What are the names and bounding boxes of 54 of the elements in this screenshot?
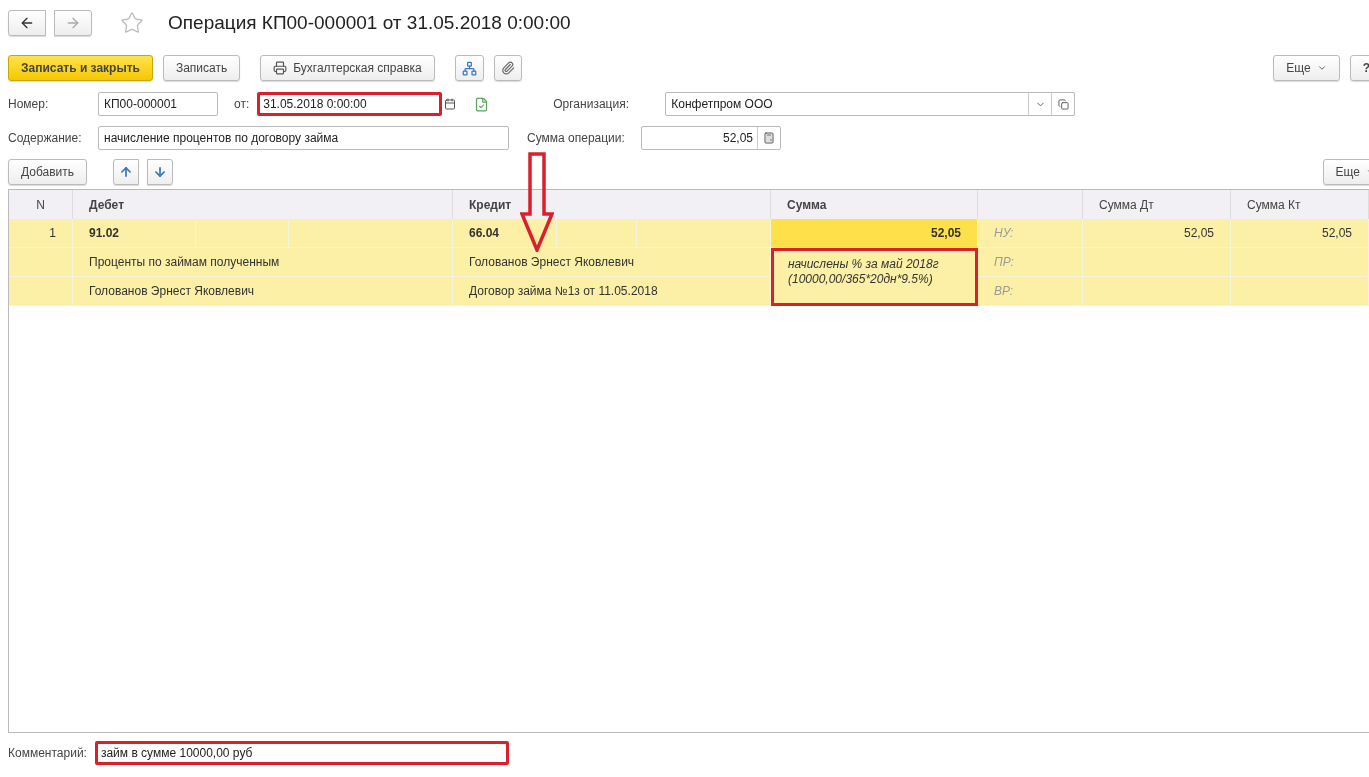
table-cell (9, 277, 73, 306)
add-button[interactable]: Добавить (8, 159, 88, 185)
content-label: Содержание: (8, 131, 83, 145)
paperclip-icon (500, 61, 515, 75)
column-header[interactable]: Сумма Дт (1083, 190, 1231, 221)
save-and-close-button[interactable]: Записать и закрыть (8, 55, 153, 81)
comment-label: Комментарий: (8, 746, 87, 760)
row-number-cell: 1 (9, 219, 73, 248)
comment-field[interactable]: займ в сумме 10000,00 руб (94, 741, 509, 765)
caret-icon (1316, 63, 1327, 73)
forward-arrow-icon (65, 15, 81, 31)
column-header[interactable]: Кредит (453, 190, 771, 221)
column-header[interactable]: Сумма (771, 190, 978, 221)
amount-label: Сумма операции: (527, 131, 626, 145)
structure-button[interactable] (454, 55, 484, 81)
tax-label-cell: НУ: (978, 219, 1083, 248)
column-header[interactable]: Сумма Кт (1231, 190, 1369, 221)
favorite-star-icon[interactable] (120, 11, 144, 35)
number-label: Номер: (8, 97, 50, 111)
debit-account-cell: 91.02 (73, 219, 196, 248)
more-button[interactable]: Еще (1273, 55, 1340, 81)
help-button[interactable]: ? (1349, 55, 1369, 81)
amount-field[interactable]: 52,05 (641, 126, 781, 150)
sum-dt-cell: 52,05 (1083, 219, 1231, 248)
sum-note-cell: начислены % за май 2018г (10000,00/365*20дн*9.5%) (771, 248, 978, 306)
save-button[interactable]: Записать (162, 55, 241, 81)
table-cell (9, 248, 73, 277)
credit-account-cell: 66.04 (453, 219, 557, 248)
column-header[interactable]: N (9, 190, 73, 221)
column-header[interactable]: Дебет (73, 190, 453, 221)
document-check-icon[interactable] (474, 96, 490, 112)
credit-subconto-cell: Голованов Эрнест Яковлевич (453, 248, 771, 277)
sum-cell: 52,05 (771, 219, 978, 248)
table-more-button[interactable]: Еще (1322, 159, 1369, 185)
attachment-button[interactable] (493, 55, 522, 81)
debit-subconto-cell: Голованов Эрнест Яковлевич (73, 277, 453, 306)
move-up-button[interactable] (113, 159, 140, 185)
forward-button[interactable] (54, 10, 92, 36)
organization-field[interactable]: Конфетпром ООО (665, 92, 1076, 116)
window-title: Операция КП00-000001 от 31.05.2018 0:00:00 (168, 12, 571, 34)
debit-subconto-cell: Проценты по займам полученным (73, 248, 453, 277)
organization-label: Организация: (553, 97, 630, 111)
printer-icon (273, 61, 288, 75)
structure-icon (461, 60, 477, 76)
print-button[interactable]: Бухгалтерская справка (260, 55, 435, 81)
tax-label-cell: ВР: (978, 277, 1083, 306)
content-field[interactable]: начисление процентов по договору займа (98, 126, 509, 150)
move-down-button[interactable] (147, 159, 174, 185)
date-label: от: (234, 97, 250, 111)
tax-label-cell: ПР: (978, 248, 1083, 277)
sum-kt-cell: 52,05 (1231, 219, 1369, 248)
number-field[interactable]: КП00-000001 (98, 92, 218, 116)
back-button[interactable] (8, 10, 46, 36)
credit-subconto-cell: Договор займа №1з от 11.05.2018 (453, 277, 771, 306)
